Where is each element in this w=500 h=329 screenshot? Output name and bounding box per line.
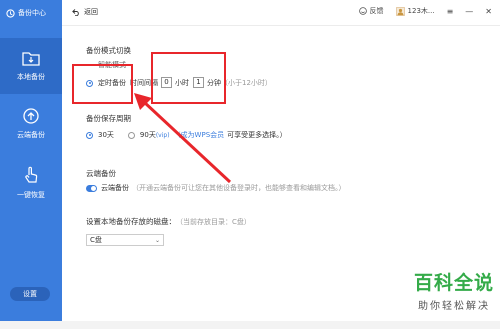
backup-center-window: 备份中心 本地备份 云端备份 一键恢复 设置 返回 反馈 123木... ≡ —… bbox=[0, 0, 500, 329]
retention-30-label: 30天 bbox=[98, 131, 114, 139]
back-button[interactable]: 返回 bbox=[72, 7, 98, 17]
close-icon[interactable]: ✕ bbox=[485, 7, 492, 16]
watermark-subtitle: 助你轻松解决 bbox=[417, 301, 490, 312]
disk-title: 设置本地备份存放的磁盘： bbox=[86, 217, 176, 226]
sidebar-item-label: 云端备份 bbox=[17, 131, 45, 139]
disk-title-row: 设置本地备份存放的磁盘： （当前存放目录：C盘） bbox=[86, 216, 251, 227]
username[interactable]: 123木... bbox=[408, 6, 435, 16]
annotation-arrow bbox=[134, 93, 232, 184]
cloud-backup-title: 云端备份 bbox=[86, 169, 116, 178]
cloud-backup-toggle[interactable] bbox=[86, 184, 97, 192]
annotation-box-timed-backup bbox=[72, 64, 133, 104]
topbar: 返回 反馈 123木... ≡ — ✕ bbox=[62, 0, 500, 26]
watermark: 百科全说 助你轻松解决 bbox=[414, 268, 494, 312]
sidebar-item-one-click-restore[interactable]: 一键恢复 bbox=[0, 155, 62, 211]
watermark-title: 百科全说 bbox=[413, 272, 494, 294]
folder-icon bbox=[22, 51, 40, 66]
hand-pointer-icon bbox=[25, 166, 38, 183]
avatar-icon bbox=[395, 6, 405, 16]
smile-icon bbox=[358, 7, 367, 15]
disk-select[interactable]: C盘 ⌄ bbox=[86, 234, 164, 246]
bottom-strip bbox=[0, 321, 500, 329]
backup-mode-title: 备份模式切换 bbox=[86, 46, 131, 55]
backup-logo-icon bbox=[6, 8, 15, 18]
minimize-icon[interactable]: — bbox=[465, 7, 473, 16]
interval-hint: （小于12小时） bbox=[221, 78, 272, 87]
sidebar: 备份中心 本地备份 云端备份 一键恢复 设置 bbox=[0, 0, 62, 329]
disk-current: （当前存放目录：C盘） bbox=[176, 217, 251, 226]
menu-icon[interactable]: ≡ bbox=[447, 7, 454, 16]
disk-select-value: C盘 bbox=[90, 236, 102, 244]
cloud-upload-icon bbox=[23, 108, 39, 124]
back-arrow-icon bbox=[72, 8, 79, 16]
feedback-link[interactable]: 反馈 bbox=[370, 6, 384, 16]
sidebar-item-local-backup[interactable]: 本地备份 bbox=[0, 38, 62, 94]
settings-button[interactable]: 设置 bbox=[10, 287, 50, 301]
cloud-backup-label: 云端备份 bbox=[101, 184, 129, 192]
brand-label: 备份中心 bbox=[18, 9, 46, 17]
chevron-down-icon: ⌄ bbox=[154, 236, 160, 244]
sidebar-item-label: 一键恢复 bbox=[17, 191, 45, 199]
sidebar-brand: 备份中心 bbox=[6, 8, 46, 18]
sidebar-item-label: 本地备份 bbox=[17, 72, 45, 81]
sidebar-item-cloud-backup[interactable]: 云端备份 bbox=[0, 96, 62, 152]
back-label: 返回 bbox=[84, 8, 98, 16]
topbar-right: 反馈 123木... ≡ — ✕ bbox=[358, 6, 492, 16]
retention-title: 备份保存周期 bbox=[86, 114, 131, 123]
retention-30-radio[interactable] bbox=[86, 131, 93, 139]
